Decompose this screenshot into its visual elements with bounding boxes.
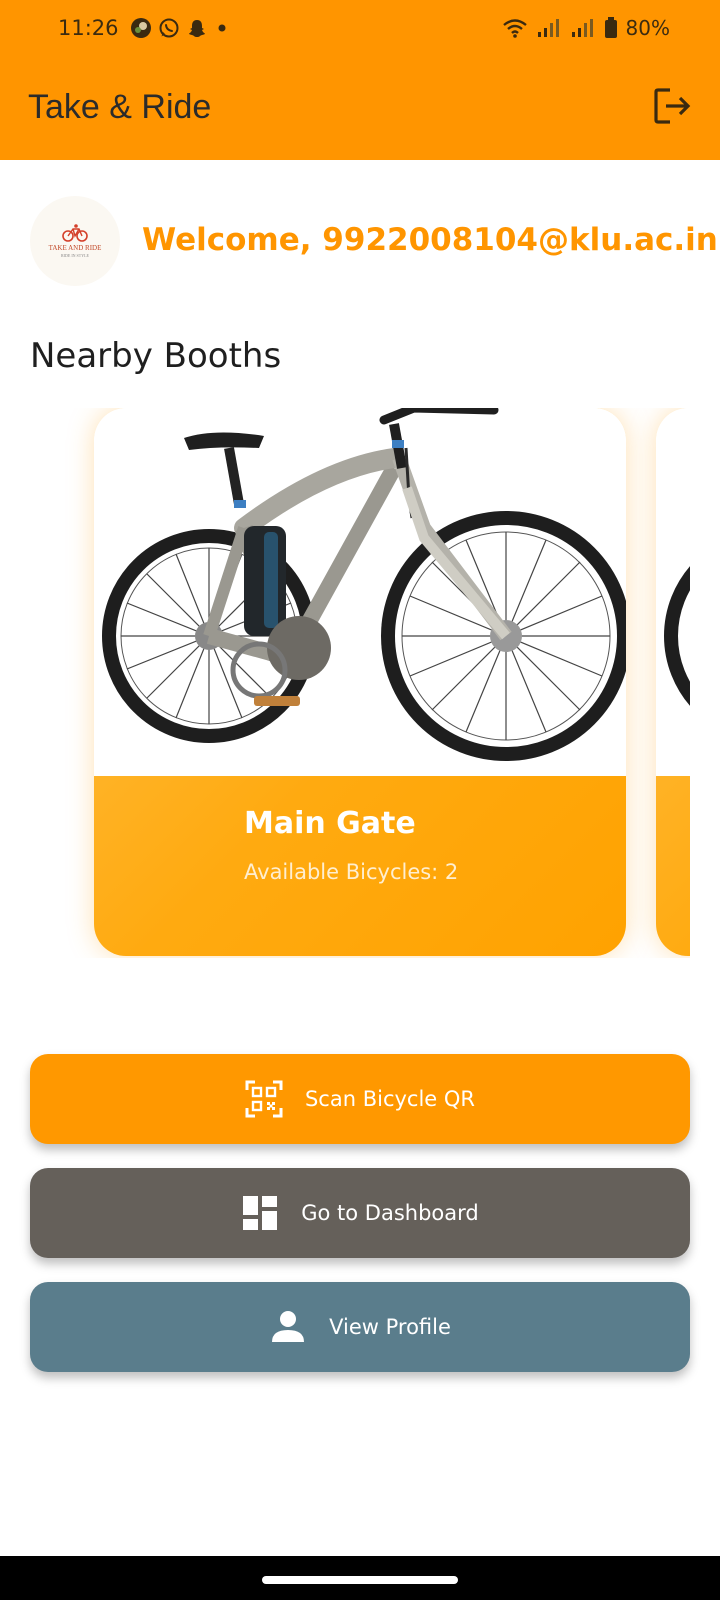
bicycle-logo-icon bbox=[62, 224, 88, 242]
qr-scan-icon bbox=[245, 1080, 283, 1118]
system-icons: 80% bbox=[502, 16, 670, 40]
view-profile-label: View Profile bbox=[329, 1315, 451, 1339]
view-profile-button[interactable]: View Profile bbox=[30, 1282, 690, 1372]
notification-icons bbox=[130, 17, 236, 39]
go-to-dashboard-button[interactable]: Go to Dashboard bbox=[30, 1168, 690, 1258]
app-logo-avatar: TAKE AND RIDE RIDE IN STYLE bbox=[30, 196, 120, 286]
logo-text: TAKE AND RIDE bbox=[48, 244, 102, 252]
photo-avatar-icon bbox=[130, 17, 152, 39]
navigation-bar bbox=[0, 1556, 720, 1600]
wifi-icon bbox=[502, 17, 528, 39]
person-icon bbox=[269, 1308, 307, 1346]
top-bar: 11:26 80% Take & Ride bbox=[0, 0, 720, 160]
battery-icon bbox=[604, 17, 618, 39]
logout-icon bbox=[654, 88, 691, 124]
snapchat-icon bbox=[186, 17, 208, 39]
battery-percent: 80% bbox=[625, 16, 670, 40]
scan-bicycle-qr-button[interactable]: Scan Bicycle QR bbox=[30, 1054, 690, 1144]
go-to-dashboard-label: Go to Dashboard bbox=[301, 1201, 479, 1225]
signal-icon bbox=[570, 17, 596, 39]
booth-card[interactable]: Main Gate Available Bicycles: 2 bbox=[94, 408, 626, 956]
dot-icon bbox=[214, 17, 236, 39]
status-time: 11:26 bbox=[58, 16, 119, 40]
dashboard-icon bbox=[241, 1194, 279, 1232]
booth-availability: Available Bicycles: 2 bbox=[244, 860, 459, 884]
welcome-message: Welcome, 9922008104@klu.ac.in bbox=[142, 222, 718, 258]
home-gesture-pill[interactable] bbox=[262, 1576, 458, 1584]
whatsapp-icon bbox=[158, 17, 180, 39]
app-bar: Take & Ride bbox=[0, 60, 720, 160]
booth-carousel[interactable]: Main Gate Available Bicycles: 2 bbox=[30, 408, 690, 958]
booth-card-next[interactable] bbox=[656, 408, 690, 956]
status-bar: 11:26 80% bbox=[0, 0, 720, 60]
scan-bicycle-qr-label: Scan Bicycle QR bbox=[304, 1087, 476, 1111]
bicycle-image bbox=[656, 408, 690, 776]
app-title: Take & Ride bbox=[28, 88, 212, 126]
signal-icon bbox=[536, 17, 562, 39]
logo-subtext: RIDE IN STYLE bbox=[61, 253, 89, 258]
nearby-booths-title: Nearby Booths bbox=[30, 336, 282, 376]
logout-button[interactable] bbox=[650, 84, 694, 128]
bicycle-image bbox=[94, 408, 626, 776]
booth-name: Main Gate bbox=[244, 806, 416, 841]
